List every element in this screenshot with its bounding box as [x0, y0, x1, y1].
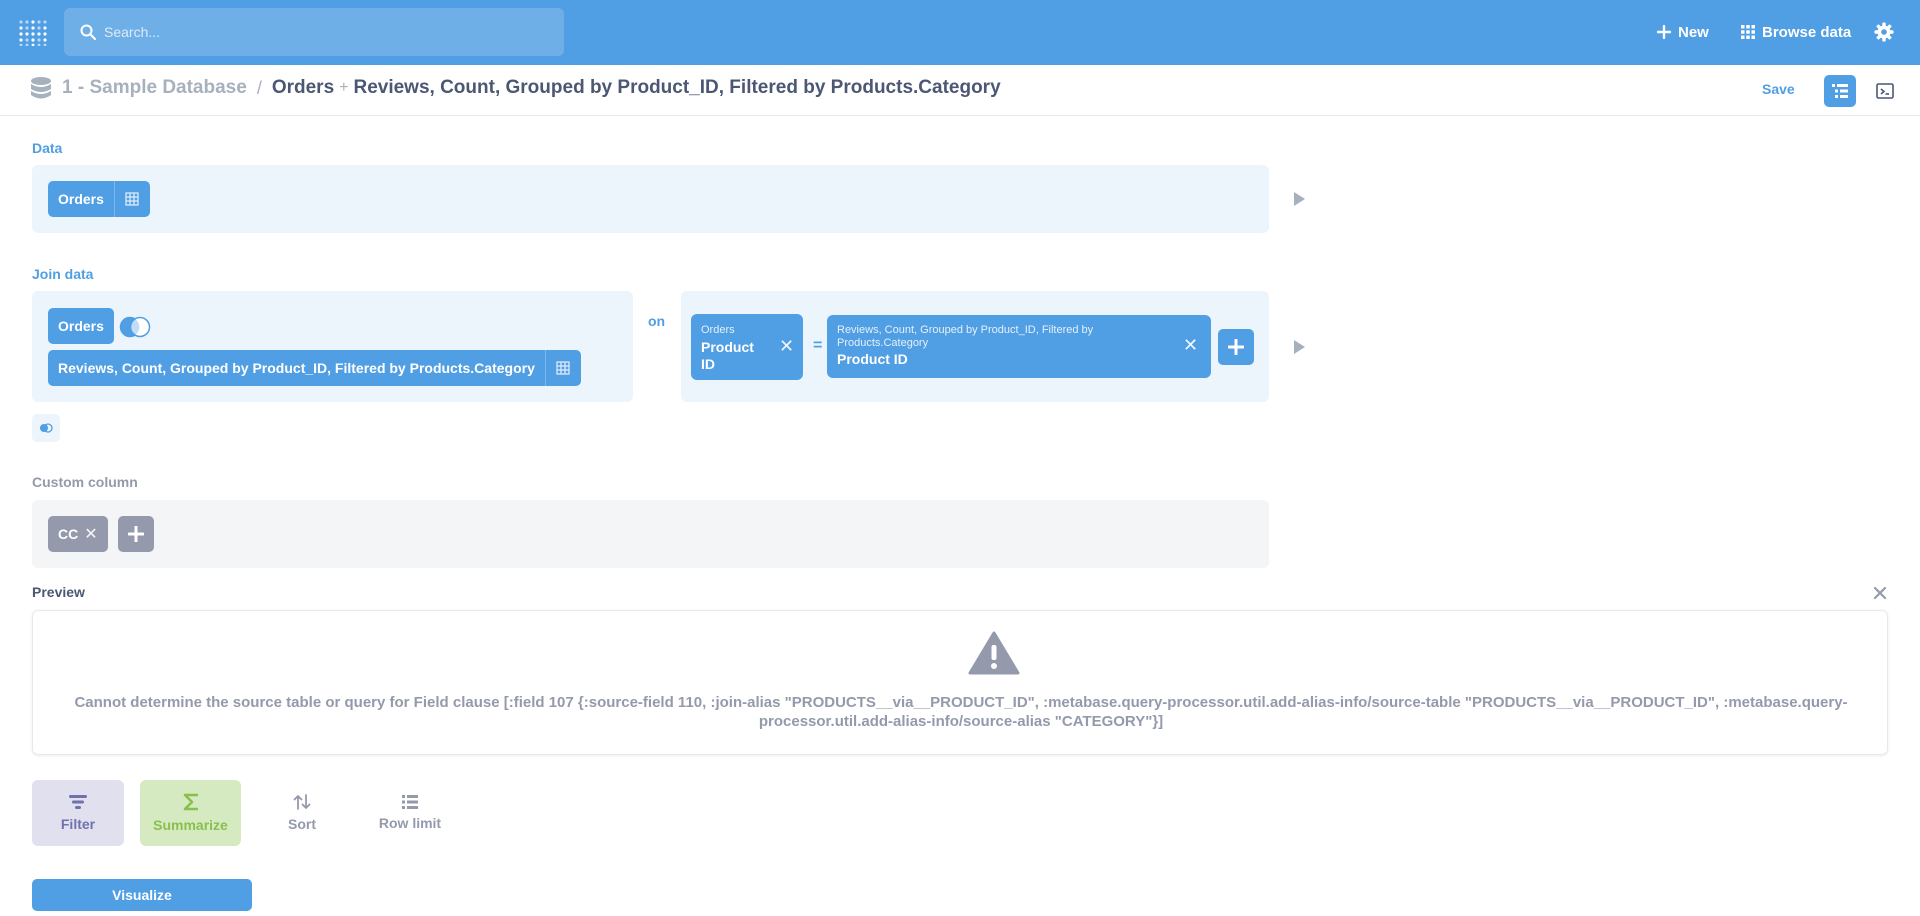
save-button[interactable]: Save: [1762, 81, 1795, 97]
join-condition-panel: Orders Product ID ✕ = Reviews, Count, Gr…: [681, 291, 1269, 402]
join-right-table-label: Reviews, Count, Grouped by Product_ID, F…: [58, 360, 535, 376]
list-icon: [402, 795, 418, 809]
close-icon[interactable]: [1873, 586, 1887, 600]
database-icon: [31, 77, 51, 99]
browse-data-button[interactable]: Browse data: [1741, 20, 1851, 44]
data-table-label: Orders: [58, 191, 104, 207]
notebook-icon: [1832, 84, 1848, 98]
search-bar[interactable]: [64, 8, 564, 56]
join-tables-panel: Orders Reviews, Count, Grouped by Produc…: [32, 291, 633, 402]
breadcrumb: 1 - Sample Database / Orders + Reviews, …: [30, 76, 1001, 100]
join-step-label: Join data: [32, 266, 94, 282]
table-grid-icon[interactable]: [113, 181, 150, 217]
custom-column-label: CC: [58, 526, 79, 542]
query-header: 1 - Sample Database / Orders + Reviews, …: [0, 65, 1920, 116]
filter-button[interactable]: Filter: [32, 780, 124, 846]
join-left-column[interactable]: Orders Product ID ✕: [691, 314, 803, 380]
join-right-column-table: Reviews, Count, Grouped by Product_ID, F…: [837, 324, 1094, 349]
add-join-button[interactable]: [32, 414, 60, 442]
join-icon: [40, 423, 53, 433]
add-custom-column-button[interactable]: [118, 516, 154, 552]
plus-icon: [1657, 25, 1671, 39]
breadcrumb-joined-table: Reviews, Count, Grouped by Product_ID, F…: [353, 77, 1001, 98]
search-input[interactable]: [104, 24, 504, 40]
join-left-table-pill[interactable]: Orders: [48, 308, 114, 344]
browse-data-label: Browse data: [1762, 23, 1852, 41]
join-right-column[interactable]: Reviews, Count, Grouped by Product_ID, F…: [827, 315, 1211, 378]
join-right-column-field: Product ID: [837, 351, 908, 367]
join-left-column-table: Orders: [701, 324, 735, 336]
new-button[interactable]: New: [1657, 20, 1709, 44]
breadcrumb-separator: /: [256, 77, 262, 98]
close-icon[interactable]: ✕: [84, 524, 97, 544]
sort-button[interactable]: Sort: [258, 780, 346, 846]
sum-icon: [183, 793, 198, 811]
preview-panel: Cannot determine the source table or que…: [32, 610, 1888, 755]
row-limit-button[interactable]: Row limit: [366, 780, 454, 846]
sort-label: Sort: [288, 816, 316, 832]
data-step-label: Data: [32, 140, 63, 156]
table-grid-icon[interactable]: [544, 350, 581, 386]
add-join-condition-button[interactable]: [1218, 329, 1254, 365]
custom-column-step-label: Custom column: [32, 474, 138, 490]
notebook-toggle-button[interactable]: [1824, 75, 1856, 107]
join-right-table-pill[interactable]: Reviews, Count, Grouped by Product_ID, F…: [48, 350, 581, 386]
console-icon: [1876, 83, 1894, 99]
new-label: New: [1678, 23, 1709, 41]
join-left-column-field: Product ID: [701, 339, 754, 372]
sort-icon: [293, 794, 311, 810]
join-on-label: on: [648, 313, 666, 329]
data-table-pill[interactable]: Orders: [48, 181, 150, 217]
filter-icon: [69, 795, 87, 809]
plus-icon: [1228, 339, 1244, 355]
custom-column-step: CC ✕: [32, 500, 1269, 568]
join-operator[interactable]: =: [813, 337, 822, 355]
breadcrumb-plus: +: [339, 79, 349, 96]
grid-icon: [1741, 25, 1755, 39]
summarize-label: Summarize: [153, 817, 228, 833]
top-nav: New Browse data: [0, 0, 1920, 65]
custom-column-pill[interactable]: CC ✕: [48, 516, 108, 552]
summarize-button[interactable]: Summarize: [140, 780, 241, 846]
sql-preview-button[interactable]: [1873, 79, 1897, 103]
preview-label: Preview: [32, 584, 85, 600]
join-left-table-label: Orders: [58, 318, 104, 334]
metabase-logo-icon[interactable]: [19, 20, 47, 46]
data-step-preview-button[interactable]: [1294, 192, 1305, 206]
breadcrumb-base-table: Orders: [271, 77, 335, 98]
data-step: Orders: [32, 165, 1269, 233]
join-type-icon[interactable]: [118, 316, 152, 338]
preview-error-message: Cannot determine the source table or que…: [74, 694, 1848, 730]
row-limit-label: Row limit: [378, 815, 442, 831]
search-icon: [80, 24, 96, 40]
gear-icon[interactable]: [1874, 22, 1894, 42]
filter-label: Filter: [60, 816, 96, 832]
breadcrumb-database[interactable]: 1 - Sample Database: [62, 77, 247, 99]
visualize-button[interactable]: Visualize: [32, 879, 252, 911]
close-icon[interactable]: ✕: [779, 336, 794, 357]
warning-icon: [968, 631, 1020, 675]
join-step-preview-button[interactable]: [1294, 340, 1305, 354]
plus-icon: [128, 526, 144, 542]
close-icon[interactable]: ✕: [1183, 335, 1198, 356]
